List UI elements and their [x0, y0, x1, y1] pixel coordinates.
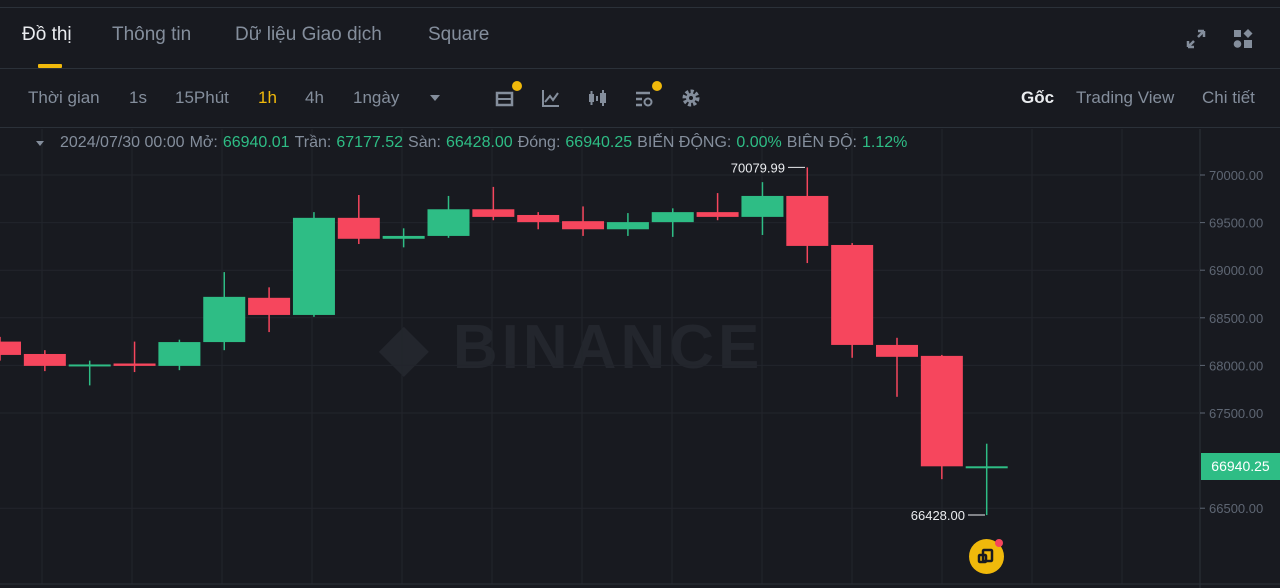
change-value: 0.00%	[736, 134, 782, 151]
candle-body	[23, 353, 66, 366]
candle-body	[920, 355, 963, 467]
y-tick-label: 69500.00	[1209, 216, 1263, 231]
candle-body	[0, 341, 21, 355]
time-label: Thời gian	[28, 88, 100, 107]
candle-datetime: 2024/07/30 00:00	[60, 134, 185, 151]
active-tab-indicator	[38, 64, 62, 68]
view-trading-view[interactable]: Trading View	[1076, 88, 1174, 108]
drawing-icon[interactable]	[540, 87, 562, 109]
close-label: Đóng:	[517, 134, 561, 151]
tab-bar: Đồ thị Thông tin Dữ liệu Giao dịch Squar…	[0, 8, 1280, 69]
settings-list-icon[interactable]	[634, 81, 662, 109]
amplitude-value: 1.12%	[861, 134, 908, 151]
candle-body	[68, 364, 111, 367]
low-value: 66428.00	[445, 134, 513, 151]
high-value: 67177.52	[336, 134, 404, 151]
candle-body	[203, 296, 246, 343]
candle-body	[517, 214, 560, 223]
high-label: Trần:	[294, 134, 332, 151]
candle-body	[292, 217, 335, 315]
indicator-icon[interactable]	[494, 81, 522, 109]
tab-trading-data[interactable]: Dữ liệu Giao dịch	[235, 24, 382, 46]
candlestick-chart[interactable]: 70000.00 69500.00 69000.00 68500.00 68000.00…	[0, 129, 1280, 588]
interval-1d[interactable]: 1ngày	[353, 88, 399, 108]
candle-body	[786, 195, 829, 246]
interval-dropdown-icon[interactable]	[428, 93, 442, 103]
open-value: 66940.01	[222, 134, 290, 151]
tab-chart[interactable]: Đồ thị	[22, 24, 72, 46]
interval-1s[interactable]: 1s	[129, 88, 147, 108]
candle-body	[651, 212, 694, 223]
y-tick-label: 66500.00	[1209, 501, 1263, 516]
last-price-tag: 66940.25	[1201, 453, 1280, 480]
chart-toolbar: Thời gian 1s 15Phút 1h 4h 1ngày Gốc Trad…	[0, 69, 1280, 128]
view-original[interactable]: Gốc	[1021, 88, 1054, 108]
gear-icon[interactable]	[680, 87, 702, 109]
candle-body	[876, 344, 918, 357]
candle-body	[427, 209, 470, 236]
candle-body	[606, 222, 649, 230]
candle-body	[158, 342, 201, 366]
candle-body	[965, 466, 1008, 469]
max-price-label: 70079.99	[731, 160, 785, 175]
expand-icon[interactable]	[1185, 28, 1207, 50]
candle-body	[382, 235, 425, 239]
candle-body	[248, 297, 291, 315]
candle-body	[831, 244, 874, 345]
candle-body	[472, 209, 515, 217]
interval-1h[interactable]: 1h	[258, 88, 277, 108]
close-value: 66940.25	[565, 134, 633, 151]
layout-grid-icon[interactable]	[1232, 28, 1254, 50]
tab-square[interactable]: Square	[428, 24, 489, 46]
y-tick-label: 68500.00	[1209, 311, 1263, 326]
candle-type-icon[interactable]	[587, 87, 609, 109]
notification-dot	[995, 539, 1003, 547]
min-price-label: 66428.00	[911, 508, 965, 523]
candle-body	[562, 221, 605, 230]
view-depth[interactable]: Chi tiết	[1202, 88, 1255, 108]
y-tick-label: 67500.00	[1209, 406, 1263, 421]
change-label: BIẾN ĐỘNG:	[637, 134, 732, 151]
interval-4h[interactable]: 4h	[305, 88, 324, 108]
candle-body	[696, 212, 739, 217]
collapse-caret-icon[interactable]	[34, 140, 46, 148]
y-tick-label: 68000.00	[1209, 358, 1263, 373]
interval-15m[interactable]: 15Phút	[175, 88, 229, 108]
assistant-button[interactable]	[969, 539, 1004, 574]
y-tick-label: 70000.00	[1209, 168, 1263, 183]
y-tick-label: 69000.00	[1209, 263, 1263, 278]
candle-body	[337, 217, 380, 239]
open-label: Mở:	[189, 134, 218, 151]
candle-body	[741, 195, 784, 217]
amplitude-label: BIÊN ĐỘ:	[786, 134, 857, 151]
tab-info[interactable]: Thông tin	[112, 24, 191, 46]
candle-body	[113, 363, 156, 366]
low-label: Sàn:	[408, 134, 441, 151]
